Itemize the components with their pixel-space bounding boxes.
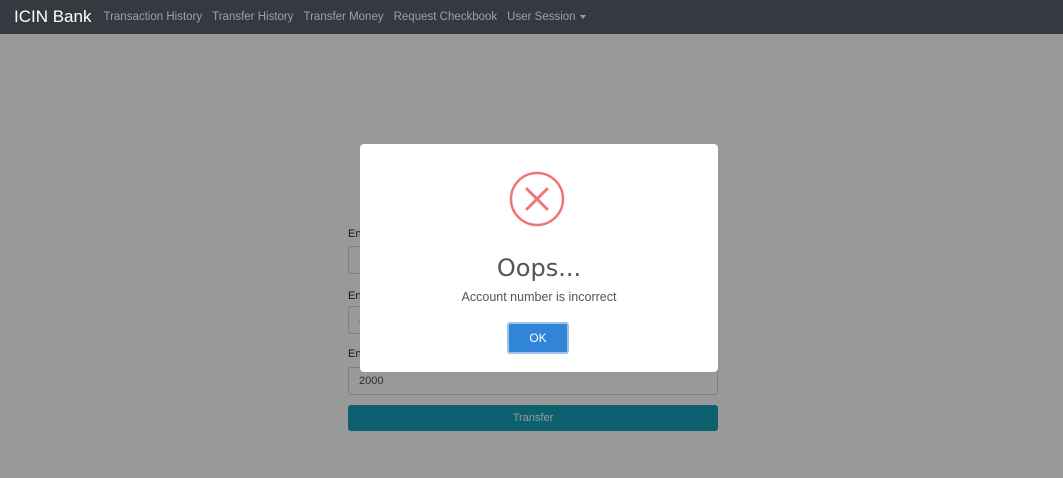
nav-user-session-dropdown[interactable]: User Session	[507, 11, 586, 23]
nav-transaction-history[interactable]: Transaction History	[103, 11, 202, 23]
nav-transfer-history[interactable]: Transfer History	[212, 11, 293, 23]
user-session-label: User Session	[507, 11, 576, 23]
dialog-title: Oops...	[496, 254, 582, 282]
error-dialog: Oops... Account number is incorrect OK	[360, 144, 718, 372]
top-navbar: ICIN Bank Transaction History Transfer H…	[0, 0, 1063, 34]
nav-transfer-money[interactable]: Transfer Money	[304, 11, 384, 23]
ok-button[interactable]: OK	[507, 322, 569, 354]
nav-request-checkbook[interactable]: Request Checkbook	[394, 11, 498, 23]
error-x-icon	[509, 171, 565, 227]
dialog-message: Account number is incorrect	[461, 290, 617, 304]
brand-logo[interactable]: ICIN Bank	[14, 7, 91, 27]
caret-down-icon	[579, 14, 586, 19]
